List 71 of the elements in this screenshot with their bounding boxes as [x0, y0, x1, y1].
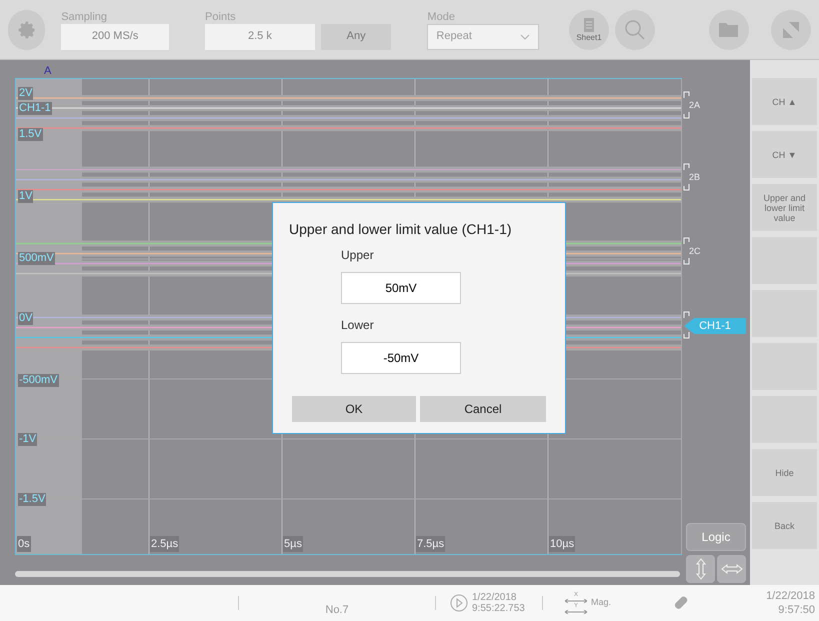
double-arrow-icon	[565, 599, 587, 603]
folder-icon	[718, 20, 740, 38]
lower-field[interactable]: -50mV	[341, 342, 461, 374]
gear-icon	[16, 20, 37, 40]
upper-field[interactable]: 50mV	[341, 272, 461, 304]
bracket-bottom-icon	[683, 182, 691, 191]
points-field[interactable]: 2.5 k	[205, 24, 315, 50]
y-axis-label: -1V	[18, 433, 38, 446]
y-axis-label: -500mV	[18, 374, 59, 386]
document-icon	[583, 17, 595, 33]
side-button[interactable]: CH ▲	[752, 78, 817, 125]
cancel-button[interactable]: Cancel	[420, 396, 546, 422]
y-axis-label: 2V	[18, 87, 34, 100]
horizontal-zoom-button[interactable]	[717, 555, 746, 583]
points-label: Points	[205, 10, 237, 24]
vertical-arrow-icon	[694, 558, 706, 580]
play-icon	[450, 594, 468, 612]
upper-label: Upper	[341, 247, 375, 264]
horizontal-arrow-icon	[720, 563, 742, 575]
search-icon	[624, 18, 646, 40]
x-axis-label: 2.5µs	[150, 536, 180, 552]
y-axis-label: 0V	[18, 312, 34, 324]
sampling-label: Sampling	[61, 10, 108, 24]
bracket-top-icon	[683, 236, 691, 245]
sheet-button[interactable]: Sheet1	[569, 10, 609, 50]
mode-select[interactable]: Repeat	[427, 24, 539, 50]
x-axis-label: 10µs	[549, 536, 576, 552]
search-button[interactable]	[615, 10, 655, 50]
channel-group-label: 2C	[689, 244, 701, 257]
sampling-field[interactable]: 200 MS/s	[61, 24, 170, 50]
bracket-bottom-icon	[683, 330, 691, 338]
y-axis-label: CH1-1	[18, 102, 52, 115]
double-arrow-icon	[565, 610, 587, 614]
start-time: 9:55:22.753	[472, 603, 525, 614]
bracket-bottom-icon	[683, 111, 691, 120]
scrollbar[interactable]	[15, 571, 680, 577]
vertical-zoom-button[interactable]	[686, 555, 715, 583]
expand-icon	[781, 20, 801, 40]
x-axis-label: 0s	[17, 536, 31, 552]
x-axis-label: 5µs	[283, 536, 303, 552]
folder-button[interactable]	[709, 10, 749, 50]
side-button[interactable]: Hide	[752, 449, 817, 496]
ok-button[interactable]: OK	[292, 396, 416, 422]
lower-label: Lower	[341, 317, 375, 334]
mag-label: Mag.	[591, 596, 612, 610]
y-axis-label: -1.5V	[18, 492, 46, 506]
chevron-down-icon	[520, 34, 530, 40]
current-date: 1/22/2018	[766, 589, 815, 603]
side-button[interactable]: Back	[752, 502, 817, 549]
start-date: 1/22/2018	[472, 592, 518, 603]
side-button[interactable]: CH ▼	[752, 131, 817, 178]
y-axis-label: 1V	[18, 190, 34, 203]
dialog-title: Upper and lower limit value (CH1-1)	[289, 220, 513, 239]
record-number: No.7	[325, 602, 349, 618]
y-axis-label: 1.5V	[18, 128, 43, 141]
bracket-bottom-icon	[683, 256, 691, 265]
side-button[interactable]: Upper and lower limit value	[752, 184, 817, 231]
current-time: 9:57:50	[778, 603, 815, 617]
bracket-top-icon	[683, 310, 691, 318]
logic-button[interactable]: Logic	[686, 523, 746, 551]
active-channel-tag: CH1-1	[684, 318, 746, 334]
settings-button[interactable]	[8, 10, 46, 50]
channel-group-label: 2B	[689, 170, 700, 183]
bracket-top-icon	[683, 91, 691, 100]
y-axis-label: 500mV	[18, 252, 55, 265]
mode-label: Mode	[427, 10, 456, 24]
bracket-top-icon	[683, 162, 691, 171]
x-axis-label: 7.5µs	[416, 536, 446, 552]
axis-label: A	[44, 64, 52, 79]
channel-group-label: 2A	[689, 99, 700, 112]
expand-button[interactable]	[771, 10, 811, 50]
